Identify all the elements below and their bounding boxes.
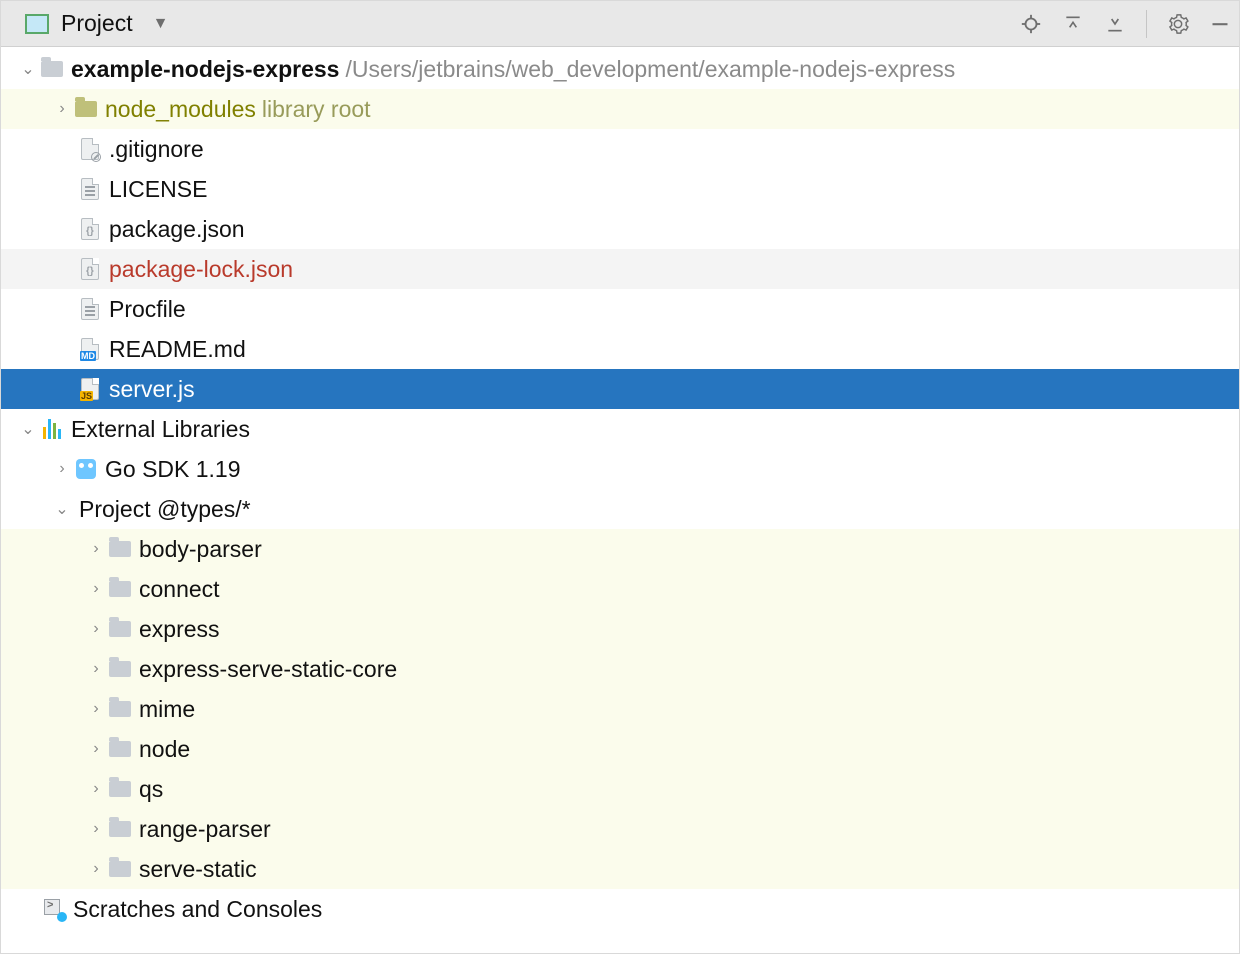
folder-icon [73, 101, 99, 117]
tree-item-types-folder[interactable]: › serve-static [1, 849, 1239, 889]
folder-icon [107, 821, 133, 837]
chevron-right-icon[interactable]: › [85, 700, 107, 718]
tree-item-file[interactable]: Procfile [1, 289, 1239, 329]
node-label: Go SDK 1.19 [105, 456, 241, 483]
view-dropdown-icon[interactable]: ▼ [153, 15, 169, 33]
project-path: /Users/jetbrains/web_development/example… [345, 56, 955, 83]
json-file-icon: {} [77, 218, 103, 240]
chevron-right-icon[interactable]: › [85, 660, 107, 678]
chevron-right-icon[interactable]: › [85, 820, 107, 838]
locate-icon[interactable] [1020, 13, 1042, 35]
folder-label: serve-static [139, 856, 257, 883]
folder-label: node [139, 736, 190, 763]
tree-item-file[interactable]: JS server.js [1, 369, 1239, 409]
panel-title[interactable]: Project [61, 10, 133, 37]
folder-icon [107, 541, 133, 557]
folder-icon [107, 741, 133, 757]
tree-item-types-folder[interactable]: › range-parser [1, 809, 1239, 849]
text-file-icon [77, 298, 103, 320]
chevron-right-icon[interactable]: › [85, 580, 107, 598]
tree-item-go-sdk[interactable]: › Go SDK 1.19 [1, 449, 1239, 489]
chevron-down-icon[interactable]: ⌄ [17, 59, 39, 79]
json-file-icon: {} [77, 258, 103, 280]
file-label: package.json [109, 216, 245, 243]
folder-icon [107, 581, 133, 597]
chevron-right-icon[interactable]: › [85, 540, 107, 558]
folder-icon [107, 661, 133, 677]
tree-item-scratches[interactable]: Scratches and Consoles [1, 889, 1239, 929]
folder-icon [107, 861, 133, 877]
file-label: node_modules [105, 96, 256, 123]
folder-label: connect [139, 576, 220, 603]
file-label: server.js [109, 376, 195, 403]
chevron-right-icon[interactable]: › [85, 620, 107, 638]
tree-item-types-folder[interactable]: › express [1, 609, 1239, 649]
chevron-right-icon[interactable]: › [51, 100, 73, 118]
gear-icon[interactable] [1167, 13, 1189, 35]
chevron-right-icon[interactable]: › [85, 740, 107, 758]
gopher-icon [73, 459, 99, 479]
chevron-down-icon[interactable]: ⌄ [17, 419, 39, 439]
folder-icon [107, 781, 133, 797]
tree-item-types-folder[interactable]: › connect [1, 569, 1239, 609]
file-label: package-lock.json [109, 256, 293, 283]
node-label: External Libraries [71, 416, 250, 443]
panel-header: Project ▼ [1, 1, 1239, 47]
text-file-icon [77, 178, 103, 200]
folder-icon [107, 701, 133, 717]
tree-item-types-group[interactable]: ⌄ Project @types/* [1, 489, 1239, 529]
tree-item-file[interactable]: LICENSE [1, 169, 1239, 209]
file-label: README.md [109, 336, 246, 363]
file-label: LICENSE [109, 176, 207, 203]
tree-item-node-modules[interactable]: › node_modules library root [1, 89, 1239, 129]
file-icon [77, 138, 103, 160]
folder-label: mime [139, 696, 195, 723]
folder-label: express [139, 616, 220, 643]
project-view-icon [25, 14, 49, 34]
folder-label: express-serve-static-core [139, 656, 397, 683]
hint-label: library root [262, 96, 371, 123]
tree-item-file[interactable]: .gitignore [1, 129, 1239, 169]
scratches-icon [41, 899, 67, 919]
tree-item-file[interactable]: MD README.md [1, 329, 1239, 369]
folder-icon [107, 621, 133, 637]
collapse-all-icon[interactable] [1104, 13, 1126, 35]
chevron-down-icon[interactable]: ⌄ [51, 499, 73, 519]
tree-item-file[interactable]: {} package.json [1, 209, 1239, 249]
tree-item-file[interactable]: {} package-lock.json [1, 249, 1239, 289]
markdown-file-icon: MD [77, 338, 103, 360]
file-label: Procfile [109, 296, 186, 323]
tree-item-types-folder[interactable]: › mime [1, 689, 1239, 729]
tree-item-project-root[interactable]: ⌄ example-nodejs-express /Users/jetbrain… [1, 49, 1239, 89]
separator [1146, 10, 1147, 38]
project-tree: ⌄ example-nodejs-express /Users/jetbrain… [1, 47, 1239, 929]
folder-label: qs [139, 776, 163, 803]
folder-label: range-parser [139, 816, 271, 843]
tree-item-external-libraries[interactable]: ⌄ External Libraries [1, 409, 1239, 449]
libraries-icon [39, 419, 65, 439]
js-file-icon: JS [77, 378, 103, 400]
chevron-right-icon[interactable]: › [85, 860, 107, 878]
chevron-right-icon[interactable]: › [51, 460, 73, 478]
node-label: Scratches and Consoles [73, 896, 322, 923]
folder-icon [39, 61, 65, 77]
expand-all-icon[interactable] [1062, 13, 1084, 35]
tree-item-types-folder[interactable]: › body-parser [1, 529, 1239, 569]
project-name: example-nodejs-express [71, 56, 339, 83]
file-label: .gitignore [109, 136, 204, 163]
node-label: Project @types/* [79, 496, 251, 523]
header-actions [1020, 10, 1231, 38]
tree-item-types-folder[interactable]: › qs [1, 769, 1239, 809]
folder-label: body-parser [139, 536, 262, 563]
tree-item-types-folder[interactable]: › node [1, 729, 1239, 769]
chevron-right-icon[interactable]: › [85, 780, 107, 798]
hide-icon[interactable] [1209, 13, 1231, 35]
tree-item-types-folder[interactable]: › express-serve-static-core [1, 649, 1239, 689]
